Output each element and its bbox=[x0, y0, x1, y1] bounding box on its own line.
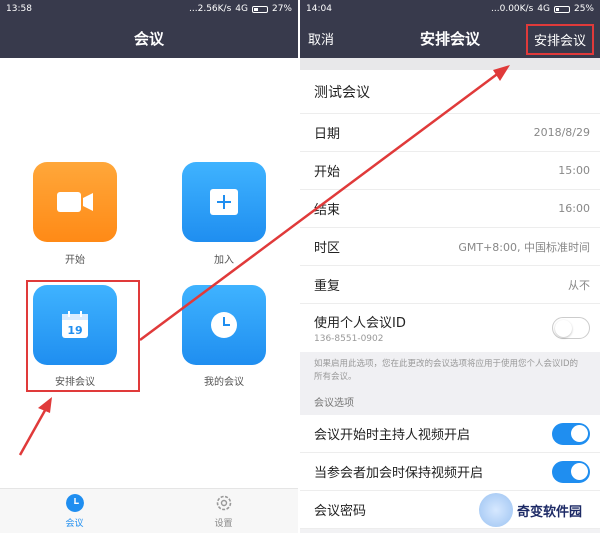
watermark: 奇变软件园 bbox=[478, 493, 582, 527]
page-title: 安排会议 bbox=[419, 29, 480, 48]
battery-icon bbox=[553, 5, 570, 13]
host-video-toggle[interactable] bbox=[552, 422, 590, 445]
date-label: 日期 bbox=[314, 127, 341, 142]
home-nav-bar: 会议 bbox=[0, 18, 298, 58]
signal-indicator: 4G bbox=[235, 4, 248, 14]
host-video-row: 会议开始时主持人视频开启 bbox=[300, 415, 600, 453]
start-time-value: 15:00 bbox=[558, 164, 590, 177]
status-time: 13:58 bbox=[6, 4, 32, 14]
timezone-label: 时区 bbox=[314, 241, 341, 256]
join-meeting-label: 加入 bbox=[214, 255, 234, 266]
end-time-row[interactable]: 结束 16:00 bbox=[300, 190, 600, 228]
start-time-label: 开始 bbox=[314, 165, 341, 180]
bottom-tab-bar: 会议 设置 bbox=[0, 488, 298, 533]
pmi-toggle[interactable] bbox=[552, 317, 590, 339]
battery-level: 27% bbox=[271, 4, 292, 14]
repeat-label: 重复 bbox=[314, 279, 341, 294]
participant-video-toggle[interactable] bbox=[552, 460, 590, 483]
gear-icon bbox=[216, 495, 231, 510]
tab-meetings[interactable]: 会议 bbox=[0, 489, 149, 533]
end-time-value: 16:00 bbox=[558, 202, 590, 215]
signal-indicator: 4G bbox=[537, 4, 550, 14]
tab-meetings-label: 会议 bbox=[65, 518, 84, 529]
start-meeting-button[interactable] bbox=[33, 162, 117, 242]
join-meeting-button[interactable] bbox=[182, 162, 266, 242]
cancel-button[interactable]: 取消 bbox=[308, 29, 334, 48]
schedule-confirm-button[interactable]: 安排会议 bbox=[525, 24, 594, 55]
repeat-row[interactable]: 重复 从不 bbox=[300, 266, 600, 304]
tab-settings[interactable]: 设置 bbox=[149, 489, 298, 533]
repeat-value: 从不 bbox=[568, 278, 590, 292]
my-meetings-button[interactable] bbox=[182, 285, 266, 365]
meeting-password-label: 会议密码 bbox=[314, 504, 367, 519]
host-video-label: 会议开始时主持人视频开启 bbox=[314, 428, 471, 443]
meeting-options-header: 会议选项 bbox=[300, 390, 600, 415]
status-bar: 13:58 ...2.56K/s 4G 27% bbox=[0, 0, 298, 18]
schedule-nav-bar: 取消 安排会议 安排会议 bbox=[300, 18, 600, 58]
network-speed: ...2.56K/s bbox=[189, 4, 232, 14]
plus-icon bbox=[210, 189, 238, 215]
end-time-label: 结束 bbox=[314, 203, 341, 218]
section-gap bbox=[300, 58, 600, 70]
home-screen: 13:58 ...2.56K/s 4G 27% 会议 开始 加入 19 安排会议… bbox=[0, 0, 298, 533]
tab-settings-label: 设置 bbox=[214, 518, 233, 529]
schedule-meeting-screen: 14:04 ...0.00K/s 4G 25% 取消 安排会议 安排会议 测试会… bbox=[300, 0, 600, 533]
video-camera-icon bbox=[57, 192, 93, 212]
clock-icon bbox=[211, 312, 237, 338]
my-meetings-label: 我的会议 bbox=[204, 377, 244, 388]
pmi-label: 使用个人会议ID bbox=[314, 316, 406, 331]
participant-video-label: 当参会者加会时保持视频开启 bbox=[314, 466, 484, 481]
watermark-text: 奇变软件园 bbox=[516, 504, 582, 520]
status-time: 14:04 bbox=[306, 4, 332, 14]
personal-meeting-id-row: 使用个人会议ID 136-8551-0902 bbox=[300, 304, 600, 352]
network-speed: ...0.00K/s bbox=[491, 4, 534, 14]
pmi-number: 136-8551-0902 bbox=[314, 334, 384, 344]
meeting-topic-field[interactable]: 测试会议 bbox=[300, 70, 600, 114]
page-title: 会议 bbox=[133, 29, 164, 48]
timezone-row[interactable]: 时区 GMT+8:00, 中国标准时间 bbox=[300, 228, 600, 266]
start-meeting-label: 开始 bbox=[65, 255, 85, 266]
status-bar: 14:04 ...0.00K/s 4G 25% bbox=[300, 0, 600, 18]
date-value: 2018/8/29 bbox=[533, 126, 590, 139]
participant-video-row: 当参会者加会时保持视频开启 bbox=[300, 453, 600, 491]
date-row[interactable]: 日期 2018/8/29 bbox=[300, 114, 600, 152]
pmi-note: 如果启用此选项，您在此更改的会议选项将应用于使用您个人会议ID的所有会议。 bbox=[300, 352, 600, 390]
battery-level: 25% bbox=[573, 4, 594, 14]
start-time-row[interactable]: 开始 15:00 bbox=[300, 152, 600, 190]
clock-icon bbox=[65, 493, 84, 512]
timezone-value: GMT+8:00, 中国标准时间 bbox=[458, 240, 590, 254]
battery-icon bbox=[251, 5, 268, 13]
highlight-box bbox=[26, 280, 140, 392]
watermark-logo-icon bbox=[478, 493, 513, 527]
